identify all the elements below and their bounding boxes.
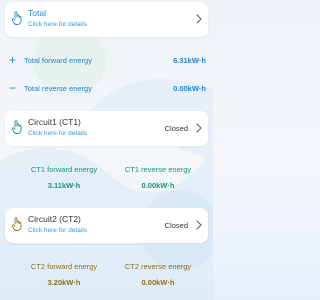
ct2-forward-block: CT2 forward energy 3.20kW·h xyxy=(14,262,114,287)
chevron-right-icon xyxy=(196,220,202,230)
circuit1-subtitle: Click here for details xyxy=(28,130,87,137)
ct1-reverse-block: CT1 reverse energy 0.00kW·h xyxy=(108,165,208,190)
circuit2-card[interactable]: Circuit2 (CT2) Click here for details Cl… xyxy=(5,208,208,243)
plus-icon: + xyxy=(9,53,17,67)
hand-pointer-icon xyxy=(11,217,22,231)
ct2-reverse-value: 0.00kW·h xyxy=(141,278,175,287)
hand-pointer-icon xyxy=(11,11,22,25)
ct2-reverse-block: CT2 reverse energy 0.00kW·h xyxy=(108,262,208,287)
ct1-forward-value: 3.11kW·h xyxy=(47,181,81,190)
chevron-right-icon xyxy=(196,123,202,133)
total-subtitle: Click here for details xyxy=(28,21,87,28)
ct2-forward-label: CT2 forward energy xyxy=(30,262,98,271)
circuit2-title: Circuit2 (CT2) xyxy=(28,214,81,224)
circuit2-subtitle: Click here for details xyxy=(28,227,87,234)
total-reverse-label: Total reverse energy xyxy=(24,84,92,93)
total-title: Total xyxy=(28,8,46,18)
total-reverse-value: 0.00kW·h xyxy=(173,84,206,93)
total-forward-row: + Total forward energy 6.31kW·h xyxy=(5,53,208,67)
ct1-forward-label: CT1 forward energy xyxy=(30,165,98,174)
ct1-reverse-value: 0.00kW·h xyxy=(141,181,175,190)
total-forward-label: Total forward energy xyxy=(24,56,92,65)
circuit1-status: Closed xyxy=(164,124,188,133)
ct2-forward-value: 3.20kW·h xyxy=(47,278,81,287)
ct1-reverse-label: CT1 reverse energy xyxy=(124,165,192,174)
total-forward-value: 6.31kW·h xyxy=(173,56,206,65)
total-card[interactable]: Total Click here for details xyxy=(5,2,208,37)
hand-pointer-icon xyxy=(11,120,22,134)
circuit1-title: Circuit1 (CT1) xyxy=(28,117,81,127)
chevron-right-icon xyxy=(196,14,202,24)
background-decoration xyxy=(0,24,213,300)
total-reverse-row: − Total reverse energy 0.00kW·h xyxy=(5,81,208,95)
circuit1-card[interactable]: Circuit1 (CT1) Click here for details Cl… xyxy=(5,111,208,146)
minus-icon: − xyxy=(9,81,17,95)
ct1-forward-block: CT1 forward energy 3.11kW·h xyxy=(14,165,114,190)
ct2-reverse-label: CT2 reverse energy xyxy=(124,262,192,271)
circuit2-status: Closed xyxy=(164,221,188,230)
